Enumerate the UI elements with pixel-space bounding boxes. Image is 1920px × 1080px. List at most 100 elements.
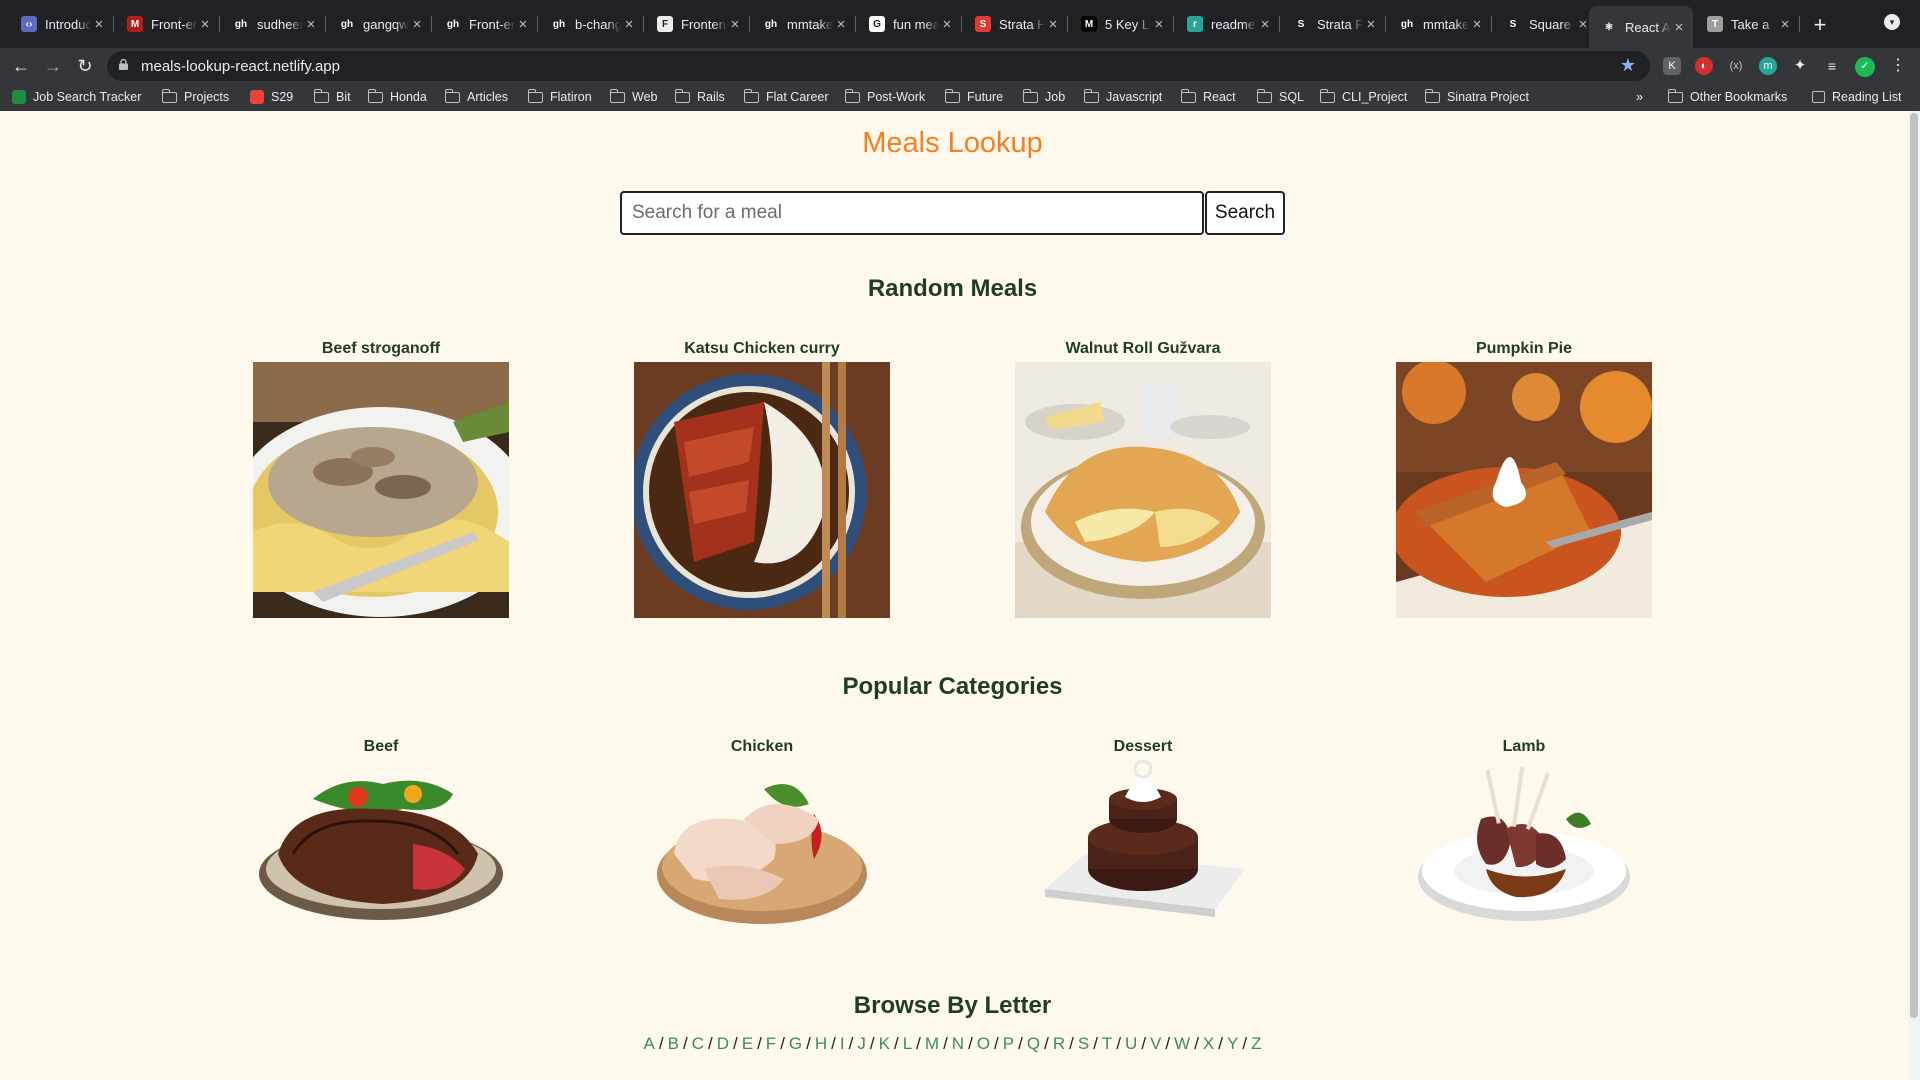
profile-avatar[interactable]: ✓ [1855, 57, 1875, 77]
tab-close-icon[interactable]: × [1363, 16, 1379, 33]
tab-close-icon[interactable]: × [1151, 16, 1167, 33]
browser-tab[interactable]: S Square × [1493, 8, 1597, 40]
tab-close-icon[interactable]: × [91, 16, 107, 33]
search-button[interactable]: Search [1205, 191, 1285, 235]
letter-link[interactable]: A [640, 1034, 659, 1053]
scrollbar-thumb[interactable] [1910, 113, 1918, 1018]
extension-lastpass-icon[interactable]: ◐ [1695, 57, 1713, 75]
browser-tab[interactable]: T Take a × [1695, 8, 1800, 40]
tab-close-icon[interactable]: × [1045, 16, 1061, 33]
category-card[interactable]: Beef [253, 737, 509, 929]
letter-link[interactable]: W [1170, 1034, 1194, 1053]
letter-link[interactable]: C [688, 1034, 708, 1053]
tab-close-icon[interactable]: × [1777, 16, 1793, 33]
letter-link[interactable]: Q [1023, 1034, 1044, 1053]
bookmark-item[interactable]: S29 [250, 87, 293, 107]
category-card[interactable]: Dessert [1015, 737, 1271, 929]
bookmark-item[interactable]: Future [944, 87, 1003, 107]
bookmark-item[interactable]: SQL [1256, 87, 1304, 107]
extensions-puzzle-icon[interactable]: ✦ [1791, 57, 1809, 75]
tab-active[interactable]: ⚛ React App× [1589, 6, 1693, 48]
letter-link[interactable]: E [738, 1034, 757, 1053]
bookmarks-overflow-button[interactable]: » [1636, 87, 1643, 107]
tab-close-icon[interactable]: × [1671, 19, 1687, 36]
browser-tab[interactable]: F Frontend Masters× [645, 8, 750, 40]
letter-link[interactable]: M [921, 1034, 943, 1053]
tab-close-icon[interactable]: × [409, 16, 425, 33]
letter-link[interactable]: D [713, 1034, 733, 1053]
tab-close-icon[interactable]: × [939, 16, 955, 33]
category-card[interactable]: Chicken [634, 737, 890, 929]
letter-link[interactable]: S [1074, 1034, 1093, 1053]
browser-tab[interactable]: gh b-chang × [539, 8, 644, 40]
extension-k-icon[interactable]: K [1663, 57, 1681, 75]
category-card[interactable]: Lamb [1396, 737, 1652, 929]
reload-button[interactable]: ↻ [74, 55, 96, 77]
tab-search-button[interactable]: ▾ [1884, 14, 1900, 30]
bookmark-item[interactable]: Bit [313, 87, 351, 107]
bookmark-item[interactable]: Articles [444, 87, 508, 107]
letter-link[interactable]: B [664, 1034, 683, 1053]
extension-code-icon[interactable]: (x) [1727, 57, 1745, 75]
letter-link[interactable]: P [999, 1034, 1018, 1053]
letter-link[interactable]: N [948, 1034, 968, 1053]
new-tab-button[interactable]: + [1808, 12, 1832, 38]
letter-link[interactable]: T [1098, 1034, 1116, 1053]
bookmark-item[interactable]: CLI_Project [1319, 87, 1407, 107]
letter-link[interactable]: U [1121, 1034, 1141, 1053]
browser-tab[interactable]: gh gangqwang× [327, 8, 432, 40]
bookmark-item[interactable]: Job Search Tracker [12, 87, 141, 107]
browser-tab[interactable]: gh mmtakeuchi× [1387, 8, 1492, 40]
tab-close-icon[interactable]: × [727, 16, 743, 33]
browser-tab[interactable]: M Front-end Developer× [115, 8, 220, 40]
browser-tab[interactable]: ‹› Introduction to Web Development× [9, 8, 114, 40]
bookmark-item[interactable]: Flatiron [527, 87, 592, 107]
bookmark-item[interactable]: Web [609, 87, 657, 107]
tab-close-icon[interactable]: × [515, 16, 531, 33]
letter-link[interactable]: H [811, 1034, 831, 1053]
meal-card[interactable]: Katsu Chicken curry [634, 339, 890, 618]
walnut-roll-photo[interactable] [1015, 362, 1271, 618]
lamb-chops-image[interactable] [1396, 759, 1652, 929]
forward-button[interactable]: → [42, 55, 64, 77]
letter-link[interactable]: Z [1247, 1034, 1265, 1053]
stroganoff-photo[interactable] [253, 362, 509, 618]
browser-tab[interactable]: gh mmtakeuchi× [751, 8, 856, 40]
bookmark-item[interactable]: React [1180, 87, 1236, 107]
bookmark-item[interactable]: Projects [161, 87, 229, 107]
bookmark-item[interactable]: Job [1022, 87, 1065, 107]
browser-tab[interactable]: gh Front-end Interview× [433, 8, 538, 40]
bookmark-star-icon[interactable]: ★ [1620, 55, 1636, 76]
letter-link[interactable]: X [1199, 1034, 1218, 1053]
search-input[interactable] [620, 191, 1204, 235]
letter-link[interactable]: V [1146, 1034, 1165, 1053]
chicken-legs-image[interactable] [634, 759, 890, 929]
letter-link[interactable]: Y [1223, 1034, 1242, 1053]
browser-tab[interactable]: M 5 Key Lessons× [1069, 8, 1174, 40]
tab-close-icon[interactable]: × [1469, 16, 1485, 33]
tab-close-icon[interactable]: × [197, 16, 213, 33]
letter-link[interactable]: J [853, 1034, 870, 1053]
letter-link[interactable]: G [785, 1034, 806, 1053]
browser-tab[interactable]: Gfun meal api× [857, 8, 962, 40]
tab-close-icon[interactable]: × [621, 16, 637, 33]
extension-m-icon[interactable]: m [1759, 57, 1777, 75]
curry-photo[interactable] [634, 362, 890, 618]
bookmark-item[interactable]: Post-Work [844, 87, 925, 107]
bookmark-item[interactable]: Rails [674, 87, 725, 107]
meal-card[interactable]: Walnut Roll Gužvara [1015, 339, 1271, 618]
browser-tab[interactable]: r readme × [1175, 8, 1280, 40]
letter-link[interactable]: K [875, 1034, 894, 1053]
letter-link[interactable]: L [899, 1034, 916, 1053]
browser-menu-icon[interactable]: ⋮ [1889, 57, 1907, 75]
browser-tab[interactable]: gh sudheerj × [221, 8, 326, 40]
address-bar[interactable]: meals-lookup-react.netlify.app ★ [107, 51, 1650, 81]
browser-tab[interactable]: S Strata Portal× [1281, 8, 1386, 40]
back-button[interactable]: ← [10, 55, 32, 77]
bookmark-item[interactable]: Honda [367, 87, 427, 107]
steak-image[interactable] [253, 759, 509, 929]
meal-card[interactable]: Beef stroganoff [253, 339, 509, 618]
tab-close-icon[interactable]: × [1257, 16, 1273, 33]
browser-tab[interactable]: S Strata Hub× [963, 8, 1068, 40]
brownie-image[interactable] [1015, 759, 1271, 929]
